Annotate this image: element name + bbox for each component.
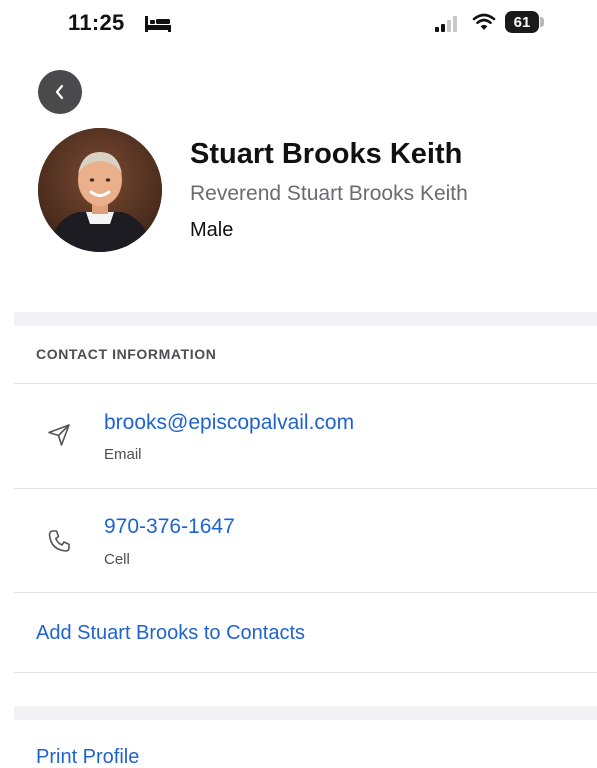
profile-name: Stuart Brooks Keith	[190, 138, 463, 170]
section-separator	[14, 706, 597, 720]
avatar	[38, 128, 162, 252]
divider	[14, 672, 597, 673]
battery-icon: 61	[505, 11, 539, 33]
divider	[14, 592, 597, 593]
divider	[14, 383, 597, 384]
email-link[interactable]: brooks@episcopalvail.com	[104, 411, 354, 435]
phone-link[interactable]: 970-376-1647	[104, 515, 235, 539]
phone-label: Cell	[104, 551, 130, 568]
status-bar: 11:25 61	[0, 0, 597, 48]
chevron-left-icon	[55, 84, 64, 100]
bed-icon	[145, 16, 171, 32]
divider	[14, 488, 597, 489]
battery-cap	[540, 17, 544, 27]
send-icon	[48, 424, 70, 446]
phone-icon	[48, 530, 70, 552]
status-time: 11:25	[68, 10, 125, 35]
avatar-photo	[38, 128, 162, 252]
add-to-contacts-button[interactable]: Add Stuart Brooks to Contacts	[36, 622, 305, 645]
profile-gender: Male	[190, 219, 234, 241]
print-profile-button[interactable]: Print Profile	[36, 746, 139, 768]
email-label: Email	[104, 446, 142, 463]
signal-icon	[435, 16, 457, 32]
profile-title: Reverend Stuart Brooks Keith	[190, 182, 468, 205]
wifi-icon	[472, 13, 496, 30]
section-separator	[14, 312, 597, 326]
section-header-contact: CONTACT INFORMATION	[36, 346, 217, 362]
battery-level: 61	[513, 13, 531, 31]
screen: 11:25 61 Stuart Brooks Keith Reverend St…	[0, 0, 597, 768]
back-button[interactable]	[38, 70, 82, 114]
